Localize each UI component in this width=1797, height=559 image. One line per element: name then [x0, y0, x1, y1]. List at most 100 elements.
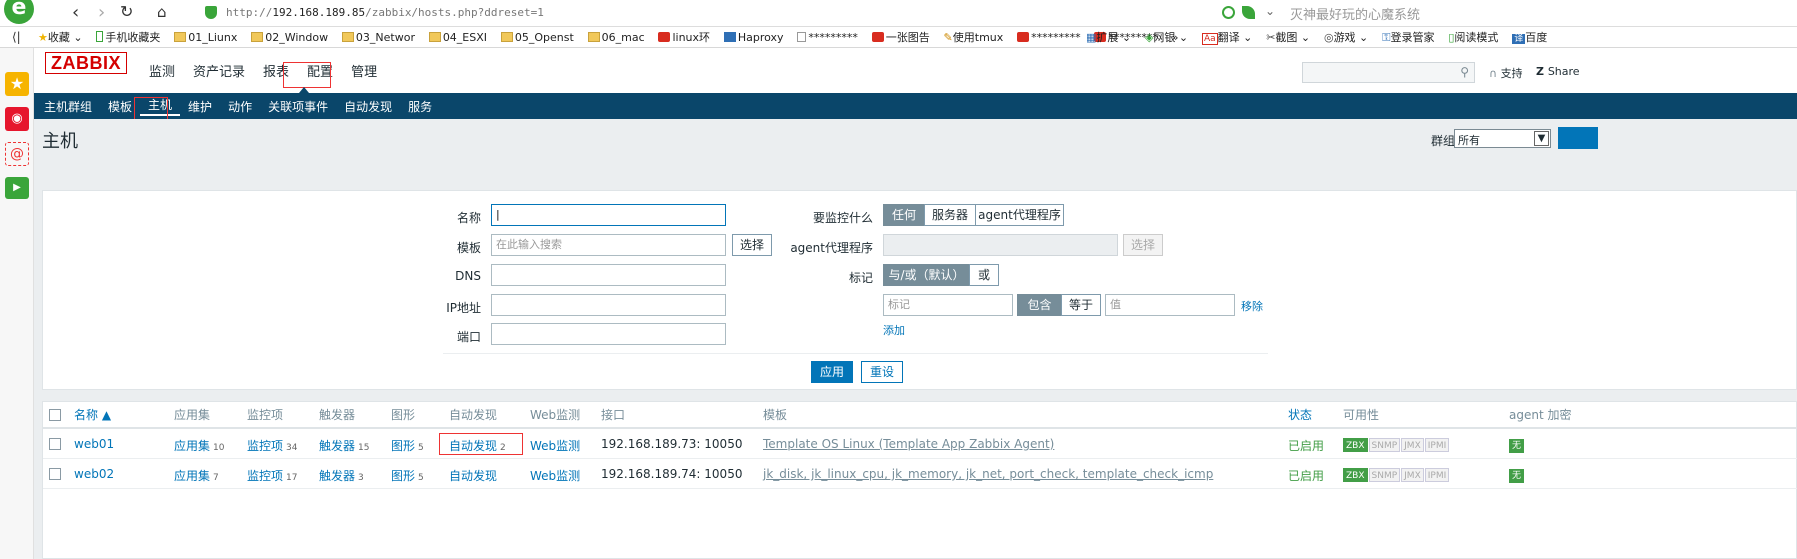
row-checkbox[interactable]	[49, 438, 61, 450]
global-search-input[interactable]: ⚲	[1302, 62, 1475, 83]
nav-administration[interactable]: 管理	[342, 61, 386, 80]
host-name-link[interactable]: web02	[74, 467, 114, 481]
triggers-link[interactable]: 触发器 3	[319, 467, 364, 484]
filter-dns-input[interactable]	[491, 264, 726, 286]
template-select-button[interactable]: 选择	[732, 234, 772, 256]
dropdown-chevron-icon[interactable]: ⌄	[1265, 4, 1275, 18]
tag-equals-button[interactable]: 等于	[1061, 294, 1101, 316]
translate-icon: Aa	[1201, 33, 1218, 45]
host-name-link[interactable]: web01	[74, 437, 114, 451]
nav-inventory[interactable]: 资产记录	[184, 61, 254, 80]
bookmark-linux-env[interactable]: linux环	[658, 27, 710, 47]
items-link[interactable]: 监控项 17	[247, 467, 297, 484]
tag-remove-link[interactable]: 移除	[1241, 298, 1263, 314]
tool-translate[interactable]: Aa 翻译 ⌄	[1201, 27, 1252, 47]
items-link[interactable]: 监控项 34	[247, 437, 297, 454]
monitor-proxy-button[interactable]: agent代理程序	[975, 204, 1064, 226]
tag-operator-segment: 包含 等于	[1017, 294, 1101, 316]
discovery-link[interactable]: 自动发现	[449, 467, 500, 484]
bookmark-haproxy[interactable]: Haproxy	[723, 27, 784, 47]
select-all-checkbox[interactable]	[49, 409, 61, 421]
web-link[interactable]: Web监测	[530, 467, 580, 484]
create-host-button[interactable]	[1558, 127, 1598, 149]
applications-link[interactable]: 应用集 10	[174, 437, 224, 454]
subnav-discovery[interactable]: 自动发现	[336, 98, 400, 115]
bookmark-folder-window[interactable]: 02_Window	[251, 27, 328, 47]
refresh-icon[interactable]: ↻	[120, 2, 133, 21]
browser-logo-icon[interactable]: e	[4, 0, 34, 24]
tool-baidu[interactable]: 译百度	[1512, 27, 1547, 47]
subnav-services[interactable]: 服务	[400, 98, 440, 115]
bookmark-folder-esxi[interactable]: 04_ESXI	[428, 27, 487, 47]
home-icon[interactable]: ⌂	[157, 3, 167, 21]
weibo-icon[interactable]: ◉	[5, 107, 29, 131]
video-icon[interactable]: ▶	[5, 177, 29, 199]
tags-or-button[interactable]: 或	[969, 264, 999, 286]
bookmark-folder-linux[interactable]: 01_Liunx	[174, 27, 237, 47]
filter-name-input[interactable]: |	[491, 204, 726, 226]
status-enabled[interactable]: 已启用	[1288, 467, 1324, 484]
zabbix-logo[interactable]: ZABBIX	[45, 52, 127, 74]
search-hint[interactable]: 灭神最好玩的心魔系统	[1290, 4, 1420, 23]
tool-login-manager[interactable]: ⚿登录管家	[1382, 27, 1434, 47]
tag-value-input[interactable]: 值	[1105, 294, 1235, 316]
csdn-icon	[1017, 32, 1030, 42]
tag-contains-button[interactable]: 包含	[1017, 294, 1062, 316]
monitor-any-button[interactable]: 任何	[883, 204, 925, 226]
col-status[interactable]: 状态	[1288, 402, 1312, 429]
bookmark-folder-openstack[interactable]: 05_Openst	[500, 27, 574, 47]
speed-icon[interactable]	[1222, 6, 1235, 19]
subnav-maintenance[interactable]: 维护	[180, 98, 220, 115]
table-row: web01 应用集 10 监控项 34 触发器 15 图形 5 自动发现 2 Web监测 …	[43, 430, 1797, 459]
sidebar-toggle-icon[interactable]: ⟨|	[12, 30, 21, 44]
tool-reading-mode[interactable]: ▯阅读模式	[1448, 27, 1498, 47]
tag-name-input[interactable]: 标记	[883, 294, 1013, 316]
bookmark-tmux[interactable]: ✎使用tmux	[944, 27, 1004, 47]
bookmark-diagram[interactable]: 一张图告	[871, 27, 930, 47]
mail-icon[interactable]: @	[5, 142, 29, 166]
search-icon[interactable]: ⚲	[1460, 65, 1469, 79]
tool-extensions[interactable]: ▦扩展 ⌄	[1086, 27, 1131, 47]
share-link[interactable]: Z Share	[1536, 65, 1580, 78]
back-icon[interactable]: ‹	[72, 2, 79, 23]
bookmark-favorites[interactable]: ★收藏 ⌄	[38, 27, 83, 47]
graphs-link[interactable]: 图形 5	[391, 467, 424, 484]
tag-add-link[interactable]: 添加	[883, 322, 905, 338]
reset-button[interactable]: 重设	[861, 361, 903, 383]
templates-text[interactable]: jk_disk, jk_linux_cpu, jk_memory, jk_net…	[763, 467, 1213, 481]
subnav-actions[interactable]: 动作	[220, 98, 260, 115]
apply-button[interactable]: 应用	[811, 361, 853, 383]
filter-port-input[interactable]	[491, 323, 726, 345]
support-link[interactable]: ∩ 支持	[1489, 65, 1523, 81]
filter-template-input[interactable]: 在此输入搜索	[491, 234, 726, 256]
graphs-link[interactable]: 图形 5	[391, 437, 424, 454]
tool-screenshot[interactable]: ✂截图 ⌄	[1266, 27, 1310, 47]
filter-ip-input[interactable]	[491, 294, 726, 316]
address-bar[interactable]: http://192.168.189.85/zabbix/hosts.php?d…	[200, 3, 1210, 23]
folder-icon	[251, 32, 264, 42]
leaf-icon[interactable]	[1242, 6, 1255, 19]
status-enabled[interactable]: 已启用	[1288, 437, 1324, 454]
bookmark-masked-2[interactable]: *********	[1017, 27, 1081, 47]
col-name[interactable]: 名称 ▲	[74, 402, 111, 429]
forward-icon[interactable]: ›	[98, 2, 105, 23]
bookmark-masked-1[interactable]: *********	[797, 27, 858, 47]
bookmark-folder-mac[interactable]: 06_mac	[587, 27, 645, 47]
tags-and-or-button[interactable]: 与/或（默认）	[883, 264, 970, 286]
triggers-link[interactable]: 触发器 15	[319, 437, 369, 454]
url-text[interactable]: http://192.168.189.85/zabbix/hosts.php?d…	[226, 6, 544, 19]
group-select[interactable]: 所有 ▼	[1454, 129, 1551, 148]
bookmark-folder-network[interactable]: 03_Networ	[341, 27, 415, 47]
favorites-star-icon[interactable]: ★	[5, 72, 29, 96]
applications-link[interactable]: 应用集 7	[174, 467, 219, 484]
monitor-server-button[interactable]: 服务器	[924, 204, 976, 226]
tool-games[interactable]: ◎游戏 ⌄	[1324, 27, 1368, 47]
tool-bank[interactable]: ◈网银 ⌄	[1145, 27, 1188, 47]
bookmark-mobile[interactable]: 手机收藏夹	[96, 27, 160, 47]
row-checkbox[interactable]	[49, 468, 61, 480]
subnav-correlation[interactable]: 关联项事件	[260, 98, 336, 115]
subnav-host-groups[interactable]: 主机群组	[36, 98, 100, 115]
web-link[interactable]: Web监测	[530, 437, 580, 454]
templates-text[interactable]: Template OS Linux (Template App Zabbix A…	[763, 437, 1054, 451]
nav-monitoring[interactable]: 监测	[140, 61, 184, 80]
